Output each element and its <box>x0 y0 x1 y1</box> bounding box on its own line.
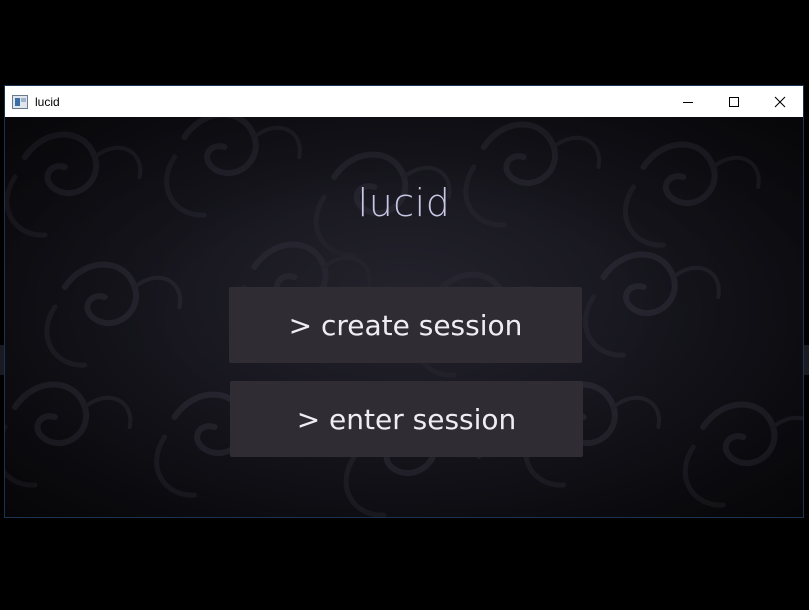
close-icon <box>774 96 786 107</box>
close-button[interactable] <box>757 86 803 117</box>
window-controls <box>665 86 803 117</box>
create-session-button[interactable]: > create session <box>229 287 582 363</box>
enter-session-button[interactable]: > enter session <box>230 381 583 457</box>
maximize-button[interactable] <box>711 86 757 117</box>
title-bar[interactable]: lucid <box>5 86 803 117</box>
minimize-icon <box>683 101 693 103</box>
maximize-icon <box>729 96 739 107</box>
app-icon <box>12 94 28 109</box>
window-title: lucid <box>35 94 60 109</box>
app-title: lucid <box>357 181 451 225</box>
minimize-button[interactable] <box>665 86 711 117</box>
main-content: lucid > create session > enter session <box>5 117 803 517</box>
app-window: lucid lucid > create session > enter ses… <box>4 85 804 518</box>
